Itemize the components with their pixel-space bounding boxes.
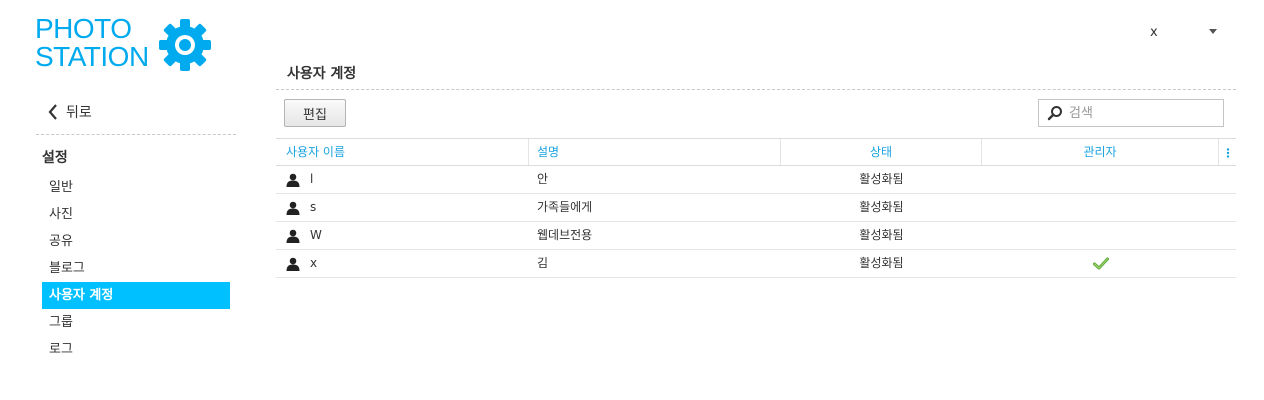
checkmark-icon: [1092, 257, 1109, 270]
sidebar-item-general[interactable]: 일반: [42, 174, 230, 201]
username-text: l: [310, 172, 314, 186]
username-cell: l: [276, 166, 529, 193]
column-options-icon[interactable]: [1219, 139, 1236, 165]
username-label: x: [1150, 24, 1158, 40]
status-cell: 활성화됨: [859, 256, 904, 270]
user-accounts-table: 사용자 이름 설명 상태 관리자 l 안 활성화됨 s 가족들에게 활성화됨 W…: [276, 138, 1236, 278]
sidebar-divider: [36, 134, 236, 135]
table-row[interactable]: s 가족들에게 활성화됨: [276, 194, 1236, 222]
user-icon: [286, 257, 300, 271]
search-input[interactable]: [1069, 105, 1209, 121]
description-cell: 가족들에게: [537, 200, 593, 214]
admin-cell: [982, 222, 1219, 249]
username-cell: W: [276, 222, 529, 249]
gear-logo-icon: [159, 19, 211, 71]
username-text: x: [310, 256, 318, 270]
photo-station-logo: PHOTO STATION: [35, 15, 220, 77]
description-cell: 안: [537, 172, 549, 186]
username-text: s: [310, 200, 317, 214]
username-text: W: [310, 228, 322, 242]
sidebar-item-sharing[interactable]: 공유: [42, 228, 230, 255]
table-row[interactable]: W 웹데브전용 활성화됨: [276, 222, 1236, 250]
user-menu[interactable]: x: [1150, 22, 1225, 42]
column-header-status[interactable]: 상태: [781, 139, 982, 165]
search-box[interactable]: [1038, 99, 1224, 127]
column-header-username[interactable]: 사용자 이름: [276, 139, 529, 165]
settings-menu: 일반 사진 공유 블로그 사용자 계정 그룹 로그: [42, 174, 230, 363]
user-icon: [286, 173, 300, 187]
description-cell: 김: [537, 256, 549, 270]
username-cell: s: [276, 194, 529, 221]
logo-text: PHOTO STATION: [35, 15, 149, 71]
edit-button[interactable]: 편집: [284, 99, 346, 127]
status-cell: 활성화됨: [859, 172, 904, 186]
chevron-left-icon: [48, 104, 57, 120]
back-button[interactable]: 뒤로: [47, 102, 92, 122]
status-cell: 활성화됨: [859, 228, 904, 242]
logo-line-1: PHOTO: [35, 13, 132, 44]
sidebar-item-user-accounts[interactable]: 사용자 계정: [42, 282, 230, 309]
username-cell: x: [276, 250, 529, 277]
admin-cell: [982, 194, 1219, 221]
back-label: 뒤로: [66, 105, 92, 121]
caret-down-icon: [1209, 29, 1217, 34]
vertical-dots-icon: [1226, 147, 1229, 158]
sidebar-section-title: 설정: [42, 150, 68, 166]
table-header: 사용자 이름 설명 상태 관리자: [276, 138, 1236, 166]
user-icon: [286, 201, 300, 215]
admin-cell: [982, 166, 1219, 193]
logo-line-2: STATION: [35, 41, 149, 72]
search-icon: [1047, 106, 1062, 121]
column-header-admin[interactable]: 관리자: [982, 139, 1219, 165]
sidebar-item-groups[interactable]: 그룹: [42, 309, 230, 336]
table-row[interactable]: l 안 활성화됨: [276, 166, 1236, 194]
column-header-description[interactable]: 설명: [529, 139, 781, 165]
description-cell: 웹데브전용: [537, 228, 593, 242]
sidebar-item-blog[interactable]: 블로그: [42, 255, 230, 282]
admin-cell: [982, 250, 1219, 277]
sidebar-item-logs[interactable]: 로그: [42, 336, 230, 363]
user-icon: [286, 229, 300, 243]
status-cell: 활성화됨: [859, 200, 904, 214]
table-row[interactable]: x 김 활성화됨: [276, 250, 1236, 278]
title-divider: [276, 89, 1236, 90]
sidebar-item-photos[interactable]: 사진: [42, 201, 230, 228]
page-title: 사용자 계정: [287, 66, 357, 82]
